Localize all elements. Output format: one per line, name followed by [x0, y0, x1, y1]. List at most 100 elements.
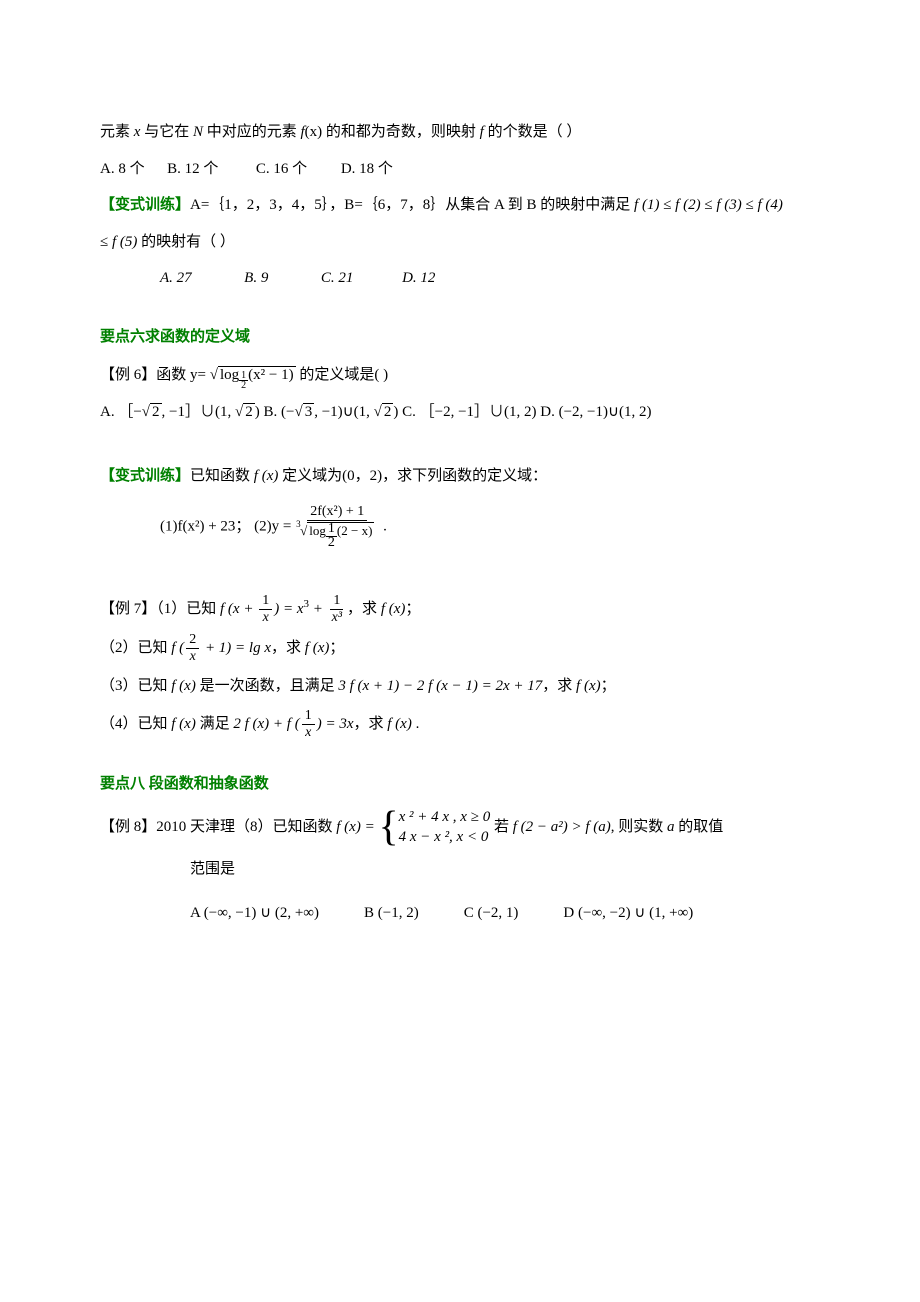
text: A=｛1，2，3，4，5｝，B=｛6，7，8｝从集合 A 到 B 的映射中满足 — [190, 197, 634, 213]
example-8: 【例 8】2010 天津理（8）已知函数 f (x) = {x ² + 4 x … — [100, 808, 820, 847]
var-a: a — [667, 819, 675, 835]
fx-eq: f (x) = — [336, 819, 378, 835]
text: ； — [405, 601, 420, 617]
sqrt-2: 2 — [235, 398, 255, 427]
choice-b: B (−1, 2) — [364, 905, 419, 921]
text: （2）已知 — [100, 640, 171, 656]
choice-d: D (−∞, −2) ∪ (1, +∞) — [563, 905, 693, 921]
text: . — [412, 716, 420, 732]
text: , 则实数 — [611, 819, 667, 835]
fraction: 2f(x²) + 1 3log12(2 − x) — [297, 505, 377, 549]
text: ，求 — [354, 716, 388, 732]
text: 已知函数 — [190, 468, 254, 484]
text: ； — [329, 640, 344, 656]
fx: f (x) — [381, 601, 406, 617]
text: + — [309, 601, 327, 617]
text: f (x + — [220, 601, 257, 617]
log-arg: (x² − 1) — [248, 367, 293, 383]
section-8-heading: 要点八 段函数和抽象函数 — [100, 770, 820, 799]
choice-c: C (−2, 1) — [464, 905, 519, 921]
map-inequality: f (1) ≤ f (2) ≤ f (3) ≤ f (4) — [634, 197, 783, 213]
text: 【例 8】2010 天津理（8）已知函数 — [100, 819, 336, 835]
text: 若 — [490, 819, 513, 835]
text: 的定义域是( ) — [296, 367, 389, 383]
text: ≤ — [100, 234, 112, 250]
piecewise-brace: {x ² + 4 x , x ≥ 04 x − x ², x < 0 — [378, 808, 490, 847]
text: 【例 6】函数 y= — [100, 367, 210, 383]
fn-arg: (x) — [305, 124, 323, 140]
example-7-2: （2）已知 f (2x + 1) = lg x，求 f (x)； — [100, 633, 820, 664]
text: 定义域为(0，2)，求下列函数的定义域： — [278, 468, 547, 484]
text: 2 f (x) + f ( — [233, 716, 299, 732]
text: 【例 7】（1）已知 — [100, 601, 220, 617]
frac-2-x: 2x — [186, 633, 199, 664]
text: ) C. ［−2, −1］∪(1, 2) D. (−2, −1)∪(1, 2) — [393, 404, 651, 420]
log-text: log — [220, 367, 239, 383]
variant-1-choices: A. 27 B. 9 C. 21 D. 12 — [100, 264, 820, 293]
text: , −1)∪(1, — [314, 404, 373, 420]
text: 元素 — [100, 124, 134, 140]
example-7-1: 【例 7】（1）已知 f (x + 1x) = x3 + 1x³，求 f (x)… — [100, 594, 820, 625]
numerator: 2f(x²) + 1 — [307, 505, 367, 521]
fx: f (x) — [254, 468, 279, 484]
fx: f (x) — [305, 640, 330, 656]
text: 的和都为奇数，则映射 — [322, 124, 480, 140]
fx: f (x) — [387, 716, 412, 732]
f5: f (5) — [112, 234, 137, 250]
period: . — [379, 519, 387, 535]
text: f ( — [171, 640, 184, 656]
fx: f (x) — [171, 678, 196, 694]
piece-2: 4 x − x ², x < 0 — [399, 828, 491, 848]
example-6: 【例 6】函数 y= log12(x² − 1) 的定义域是( ) — [100, 361, 820, 390]
piece-1: x ² + 4 x , x ≥ 0 — [399, 808, 491, 828]
text: （3）已知 — [100, 678, 171, 694]
inequality: f (2 − a²) > f (a) — [513, 819, 611, 835]
variant-1-cont: ≤ f (5) 的映射有（ ） — [100, 228, 820, 257]
text: , −1］∪(1, — [162, 404, 235, 420]
choice-a: A (−∞, −1) ∪ (2, +∞) — [190, 905, 319, 921]
sqrt-2: 2 — [142, 398, 162, 427]
example-7-4: （4）已知 f (x) 满足 2 f (x) + f (1x) = 3x，求 f… — [100, 709, 820, 740]
eq-left: (1)f(x²) + 23； (2)y = — [160, 519, 295, 535]
text: ) B. (− — [255, 404, 295, 420]
choices-abcd: A. 8 个 B. 12 个 C. 16 个 D. 18 个 — [100, 161, 393, 177]
variant-2-eq: (1)f(x²) + 23； (2)y = 2f(x²) + 1 3log12(… — [100, 505, 820, 549]
fx: f (x) — [171, 716, 196, 732]
text: 的映射有（ ） — [137, 234, 235, 250]
variant-1: 【变式训练】A=｛1，2，3，4，5｝，B=｛6，7，8｝从集合 A 到 B 的… — [100, 191, 820, 220]
frac-1-x: 1x — [302, 709, 315, 740]
example-7-3: （3）已知 f (x) 是一次函数，且满足 3 f (x + 1) − 2 f … — [100, 672, 820, 701]
text: ，求 — [347, 601, 381, 617]
sqrt-3: 3 — [294, 398, 314, 427]
text: ) = 3x — [317, 716, 354, 732]
section-6-heading: 要点六求函数的定义域 — [100, 323, 820, 352]
frac-1-x3: 1x³ — [329, 594, 345, 625]
text: ，求 — [271, 640, 305, 656]
equation: 3 f (x + 1) − 2 f (x − 1) = 2x + 17 — [338, 678, 542, 694]
text: 与它在 — [140, 124, 193, 140]
text: A. ［− — [100, 404, 142, 420]
continuation-text-1: 元素 x 与它在 N 中对应的元素 f(x) 的和都为奇数，则映射 f 的个数是… — [100, 118, 820, 147]
fx: f (x) — [576, 678, 601, 694]
text: 的个数是（ ） — [484, 124, 582, 140]
text: 中对应的元素 — [203, 124, 301, 140]
text: 范围是 — [190, 861, 235, 877]
denominator: 3log12(2 − x) — [297, 521, 377, 549]
variant-label: 【变式训练】 — [100, 468, 190, 484]
text: + 1) = lg x — [201, 640, 271, 656]
text: （4）已知 — [100, 716, 171, 732]
text: ，求 — [542, 678, 576, 694]
frac-1-x: 1x — [259, 594, 272, 625]
text: 的取值 — [675, 819, 724, 835]
example-6-choices: A. ［−2, −1］∪(1, 2) B. (−3, −1)∪(1, 2) C.… — [100, 398, 820, 427]
sqrt-2: 2 — [374, 398, 394, 427]
text: 满足 — [196, 716, 234, 732]
text: 是一次函数，且满足 — [196, 678, 339, 694]
text: ) = x — [274, 601, 303, 617]
sqrt-expr: log12(x² − 1) — [210, 361, 296, 390]
text: ； — [601, 678, 616, 694]
variant-2: 【变式训练】已知函数 f (x) 定义域为(0，2)，求下列函数的定义域： — [100, 462, 820, 491]
choices-row-1: A. 8 个 B. 12 个 C. 16 个 D. 18 个 — [100, 155, 820, 184]
variant-label: 【变式训练】 — [100, 197, 190, 213]
set-n: N — [193, 124, 203, 140]
